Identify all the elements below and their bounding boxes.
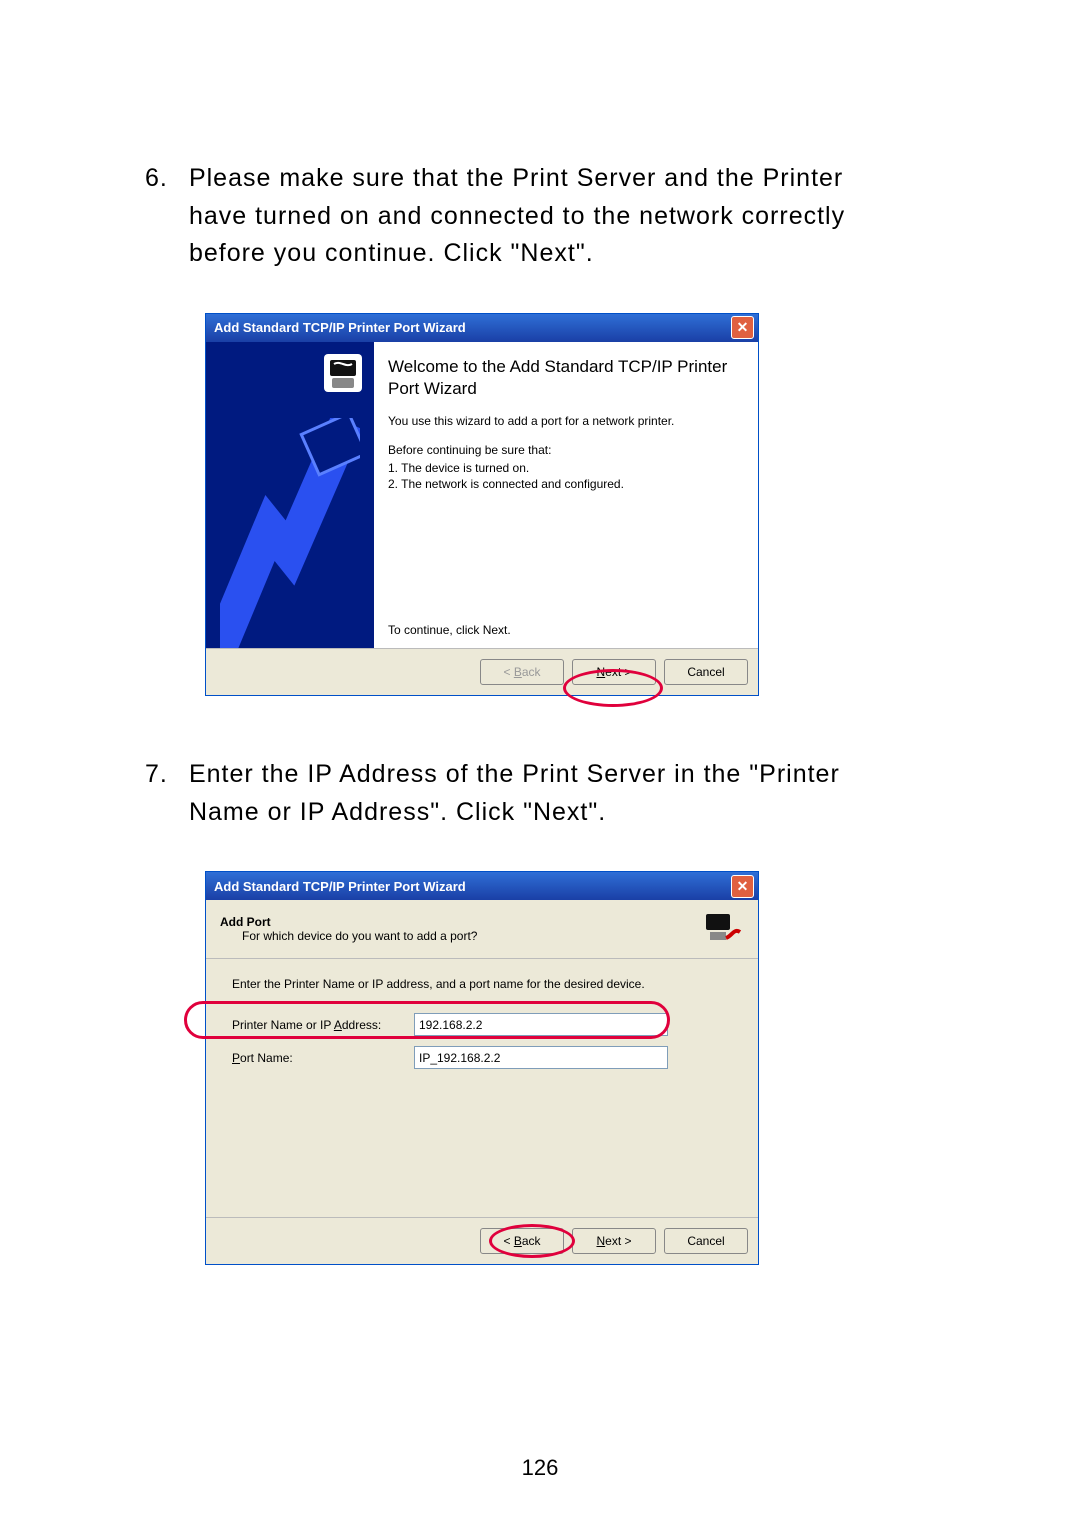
printer-icon (702, 908, 744, 950)
page-number: 126 (0, 1455, 1080, 1481)
wizard-continue-hint: To continue, click Next. (388, 622, 742, 638)
next-button[interactable]: Next > (572, 1228, 656, 1254)
printer-address-input[interactable]: 192.168.2.2 (414, 1013, 668, 1036)
step-6-number: 6. (145, 160, 175, 198)
titlebar: Add Standard TCP/IP Printer Port Wizard … (206, 314, 758, 342)
header-subtitle: For which device do you want to add a po… (220, 929, 702, 943)
wizard-heading: Welcome to the Add Standard TCP/IP Print… (388, 356, 742, 402)
wizard-right-panel: Welcome to the Add Standard TCP/IP Print… (374, 342, 758, 649)
cable-icon (220, 418, 360, 648)
cancel-button[interactable]: Cancel (664, 1228, 748, 1254)
requirement-1: 1. The device is turned on. (388, 460, 742, 476)
dialog-form: Enter the Printer Name or IP address, an… (206, 959, 758, 1217)
printer-icon (322, 352, 364, 394)
dialog-header: Add Port For which device do you want to… (206, 900, 758, 958)
wizard-dialog-add-port: Add Standard TCP/IP Printer Port Wizard … (205, 871, 759, 1265)
dialog-body: Add Port For which device do you want to… (206, 900, 758, 1264)
step-6: 6. Please make sure that the Print Serve… (145, 160, 940, 273)
document-page: 6. Please make sure that the Print Serve… (0, 0, 1080, 1527)
wizard-subtext: You use this wizard to add a port for a … (388, 413, 742, 429)
window-title: Add Standard TCP/IP Printer Port Wizard (214, 879, 731, 894)
dialog-header-text: Add Port For which device do you want to… (220, 915, 702, 943)
button-bar: < Back Next > Cancel (206, 1217, 758, 1264)
row-port-name: Port Name: IP_192.168.2.2 (232, 1046, 732, 1069)
close-icon[interactable]: ✕ (731, 875, 754, 898)
dialog-upper: Welcome to the Add Standard TCP/IP Print… (206, 342, 758, 649)
dialog-body: Welcome to the Add Standard TCP/IP Print… (206, 342, 758, 696)
step-7-text: Enter the IP Address of the Print Server… (189, 756, 869, 831)
back-button: < Back (480, 659, 564, 685)
printer-address-label: Printer Name or IP Address: (232, 1018, 400, 1032)
step-6-text: Please make sure that the Print Server a… (189, 160, 869, 273)
row-printer-address: Printer Name or IP Address: 192.168.2.2 (232, 1013, 732, 1036)
step-7: 7. Enter the IP Address of the Print Ser… (145, 756, 940, 831)
form-instruction: Enter the Printer Name or IP address, an… (232, 977, 732, 991)
next-button[interactable]: Next > (572, 659, 656, 685)
cancel-button[interactable]: Cancel (664, 659, 748, 685)
wizard-dialog-welcome: Add Standard TCP/IP Printer Port Wizard … (205, 313, 759, 697)
header-title: Add Port (220, 915, 702, 929)
titlebar: Add Standard TCP/IP Printer Port Wizard … (206, 872, 758, 900)
button-bar: < Back Next > Cancel (206, 648, 758, 695)
wizard-prelist: Before continuing be sure that: (388, 442, 742, 458)
port-name-input[interactable]: IP_192.168.2.2 (414, 1046, 668, 1069)
step-7-number: 7. (145, 756, 175, 794)
wizard-requirements: 1. The device is turned on. 2. The netwo… (388, 460, 742, 492)
wizard-side-graphic (206, 342, 374, 649)
back-button[interactable]: < Back (480, 1228, 564, 1254)
port-name-label: Port Name: (232, 1051, 400, 1065)
requirement-2: 2. The network is connected and configur… (388, 476, 742, 492)
close-icon[interactable]: ✕ (731, 316, 754, 339)
window-title: Add Standard TCP/IP Printer Port Wizard (214, 320, 731, 335)
